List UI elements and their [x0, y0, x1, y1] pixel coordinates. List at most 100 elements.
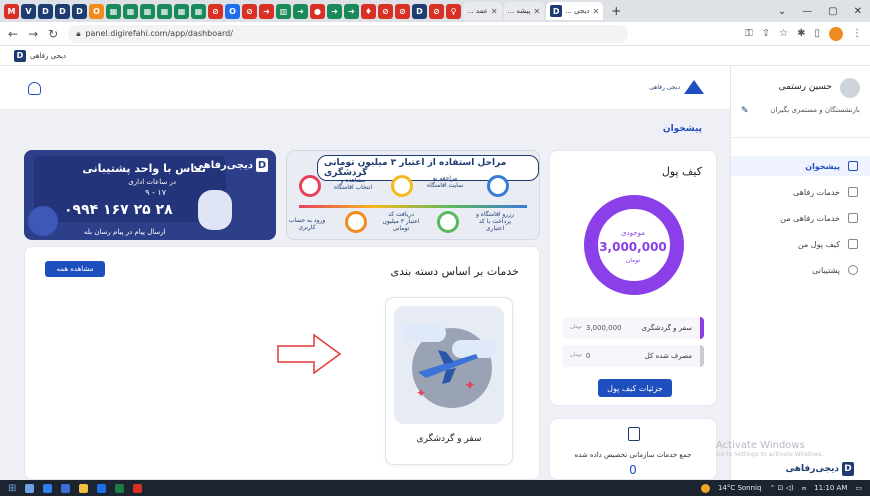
- pinned-tab-favicon-icon[interactable]: ⊘: [378, 3, 393, 19]
- close-icon[interactable]: ✕: [491, 7, 498, 16]
- os-taskbar: ⊞ 14°C Sonniq ⌃ ⊡ ◁) ܗ 11:10 AM ▭: [0, 480, 870, 496]
- weather-text[interactable]: 14°C Sonniq: [718, 484, 762, 492]
- share-icon[interactable]: ⇪: [762, 28, 770, 39]
- language-indicator[interactable]: ܗ: [802, 484, 806, 493]
- pinned-tab-favicon-icon[interactable]: ♦: [361, 3, 376, 19]
- pinned-tab-favicon-icon[interactable]: ➜: [327, 3, 342, 19]
- start-icon[interactable]: ⊞: [8, 483, 16, 494]
- pinned-tab-favicon-icon[interactable]: ▦: [157, 3, 172, 19]
- brand-text: دیجی رفاهی: [649, 83, 680, 91]
- sidebar-item-label: خدمات رفاهی: [793, 187, 840, 197]
- key-icon[interactable]: ⚿: [745, 28, 753, 39]
- tray-icons[interactable]: ⌃ ⊡ ◁): [769, 484, 793, 492]
- sidebar-item-welfare-services[interactable]: خدمات رفاهی: [731, 182, 870, 202]
- url-field[interactable]: 🔒︎ panel.digirefahi.com/app/dashboard/: [68, 24, 629, 43]
- sidepanel-icon[interactable]: ▯: [814, 28, 820, 39]
- code-icon: [437, 211, 459, 233]
- service-card-tourism[interactable]: ✦ ✦ سفر و گردشگری: [385, 297, 513, 465]
- pinned-tab-favicon-icon[interactable]: D: [72, 3, 87, 19]
- pinned-tab-favicon-icon[interactable]: ●: [310, 3, 325, 19]
- new-tab-button[interactable]: +: [611, 4, 621, 18]
- pinned-tab-favicon-icon[interactable]: ⊘: [395, 3, 410, 19]
- pinned-tab-favicon-icon[interactable]: ▦: [140, 3, 155, 19]
- support-subtitle: در ساعات اداری: [128, 178, 176, 186]
- extensions-icon[interactable]: ✱: [797, 28, 805, 39]
- star-icon[interactable]: ☆: [779, 28, 788, 39]
- tab-2[interactable]: ... پیشه ✕: [503, 2, 545, 20]
- profile-avatar[interactable]: [829, 26, 843, 41]
- weather-icon: [700, 483, 710, 493]
- browser-actions: ⚿ ⇪ ☆ ✱ ▯ ⋮: [745, 26, 862, 41]
- reload-icon[interactable]: ↻: [48, 27, 58, 41]
- close-icon[interactable]: ✕: [593, 7, 600, 16]
- wallet-row-spent: تومان 0 مصرف شده کل: [562, 345, 704, 367]
- pinned-tab-favicon-icon[interactable]: ⊘: [208, 3, 223, 19]
- windows-watermark: Activate Windows Go to Settings to activ…: [716, 440, 823, 458]
- pinned-tab-favicon-icon[interactable]: ⊘: [242, 3, 257, 19]
- forward-icon[interactable]: →: [28, 27, 38, 41]
- clock[interactable]: 11:10 AM: [814, 484, 847, 492]
- balance-currency: تومان: [625, 257, 641, 264]
- store-icon[interactable]: [97, 483, 107, 493]
- edit-icon[interactable]: ✎: [741, 106, 749, 116]
- user-icon[interactable]: [28, 82, 41, 95]
- back-icon[interactable]: ←: [8, 27, 18, 41]
- view-all-button[interactable]: مشاهده همه: [45, 261, 105, 277]
- user-role: بازنشستگان و مستمری بگیران: [770, 106, 860, 114]
- pinned-tab-favicon-icon[interactable]: O: [89, 3, 104, 19]
- sidebar-item-my-wallet[interactable]: کیف پول من: [731, 234, 870, 254]
- pinned-tab-favicon-icon[interactable]: ▥: [276, 3, 291, 19]
- pinned-tab-favicon-icon[interactable]: M: [4, 3, 19, 19]
- bookmarks-bar: D دیجی رفاهی: [0, 46, 870, 66]
- excel-icon[interactable]: [115, 483, 125, 493]
- explorer-icon[interactable]: [79, 483, 89, 493]
- pinned-tab-favicon-icon[interactable]: ➜: [259, 3, 274, 19]
- notifications-icon[interactable]: ▭: [855, 484, 862, 492]
- app-icon[interactable]: [61, 483, 71, 493]
- pinned-tab-favicon-icon[interactable]: D: [55, 3, 70, 19]
- sidebar-item-dashboard[interactable]: پیشخوان: [731, 156, 870, 176]
- chrome-icon[interactable]: [133, 483, 143, 493]
- pinned-tab-favicon-icon[interactable]: ➜: [344, 3, 359, 19]
- edge-icon[interactable]: [43, 483, 53, 493]
- pinned-tab-favicon-icon[interactable]: ⊘: [429, 3, 444, 19]
- tab-search-button[interactable]: ⌄: [778, 6, 786, 17]
- pinned-tab-favicon-icon[interactable]: ▦: [191, 3, 206, 19]
- user-card: حسین رستمی بازنشستگان و مستمری بگیران ✎: [731, 66, 870, 138]
- tab-1[interactable]: ... عمد ✕: [463, 2, 502, 20]
- tab-label: ... عمد: [467, 7, 488, 15]
- app-topbar: دیجی رفاهی: [0, 66, 730, 110]
- row-amount: تومان 0: [570, 352, 590, 360]
- minimize-button[interactable]: —: [802, 6, 812, 17]
- pinned-tab-favicon-icon[interactable]: ▦: [106, 3, 121, 19]
- maximize-button[interactable]: ▢: [828, 6, 837, 17]
- dashboard-icon: [848, 161, 858, 171]
- bookmark-digirefahi[interactable]: دیجی رفاهی: [30, 52, 66, 60]
- support-phone: ۰۹۹۴ ۱۶۷ ۲۵ ۲۸: [64, 202, 173, 218]
- support-banner[interactable]: دیجی‌رفاهی D تماس با واحد پشتیبانی در ساع…: [24, 150, 276, 240]
- steps-progress-line: [299, 205, 527, 208]
- avatar[interactable]: [840, 78, 860, 98]
- pinned-tab-favicon-icon[interactable]: O: [225, 3, 240, 19]
- support-chat-text: ارسال پیام در پیام رسان بله: [84, 228, 166, 236]
- pinned-tab-favicon-icon[interactable]: D: [38, 3, 53, 19]
- row-unit: تومان: [570, 324, 582, 330]
- close-window-button[interactable]: ✕: [854, 6, 862, 17]
- pinned-tab-favicon-icon[interactable]: V: [21, 3, 36, 19]
- watermark-title: Activate Windows: [716, 440, 805, 451]
- robot-illustration: [198, 190, 232, 230]
- sidebar-item-support[interactable]: پشتیبانی: [731, 260, 870, 280]
- pinned-tab-favicon-icon[interactable]: ♀: [446, 3, 461, 19]
- pinned-tab-favicon-icon[interactable]: ▦: [174, 3, 189, 19]
- tab-3-active[interactable]: D... دیجی ✕: [546, 2, 604, 20]
- pinned-tab-favicon-icon[interactable]: ▦: [123, 3, 138, 19]
- sidebar-item-my-services[interactable]: خدمات رفاهی من: [731, 208, 870, 228]
- tourism-steps-banner[interactable]: مراحل استفاده از اعتبار ۳ میلیون تومانی …: [286, 150, 540, 240]
- user-name: حسین رستمی: [778, 82, 832, 92]
- close-icon[interactable]: ✕: [533, 7, 540, 16]
- taskview-icon[interactable]: [25, 483, 35, 493]
- wallet-details-button[interactable]: جزئیات کیف پول: [598, 379, 672, 397]
- menu-icon[interactable]: ⋮: [852, 28, 862, 39]
- pinned-tab-favicon-icon[interactable]: ➜: [293, 3, 308, 19]
- pinned-tab-favicon-icon[interactable]: D: [412, 3, 427, 19]
